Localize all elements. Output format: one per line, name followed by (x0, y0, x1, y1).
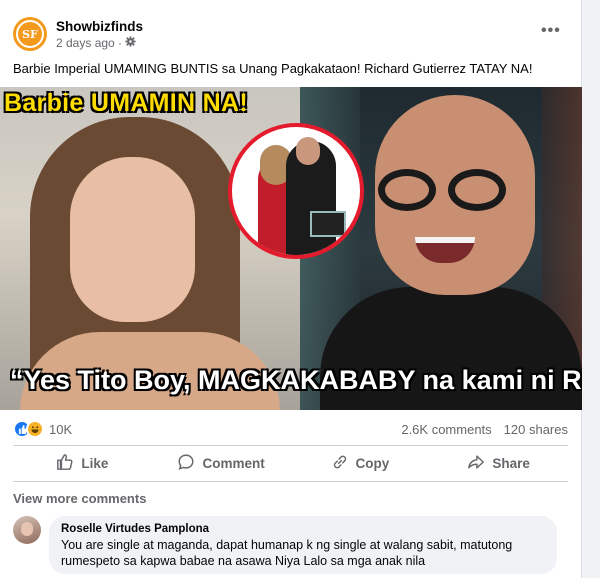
shares-count-link[interactable]: 120 shares (504, 422, 568, 437)
comment-button-label: Comment (202, 455, 265, 471)
reactions-summary[interactable]: 10K (13, 420, 72, 438)
like-button[interactable]: Like (13, 446, 152, 480)
copy-link-icon (331, 453, 349, 474)
page-avatar[interactable]: SF (13, 17, 47, 51)
post-header: SF Showbizfinds 2 days ago · (13, 14, 143, 54)
copy-button-label: Copy (355, 455, 390, 471)
post-actions: Like Comment Copy Share (13, 446, 568, 480)
comment-bubble-icon (177, 453, 195, 474)
page-name-link[interactable]: Showbizfinds (56, 18, 143, 35)
comments-count-link[interactable]: 2.6K comments (401, 422, 491, 437)
copy-button[interactable]: Copy (291, 446, 430, 480)
haha-reaction-icon (26, 420, 44, 438)
like-button-label: Like (81, 455, 109, 471)
actions-divider (13, 481, 568, 482)
more-options-button[interactable]: ••• (541, 22, 561, 40)
commenter-name-link[interactable]: Roselle Virtudes Pamplona (61, 522, 545, 537)
couple-inset-circle (228, 123, 364, 259)
reaction-count: 10K (49, 421, 73, 437)
comment-text-line-2: rumespeto sa kapwa babae na asawa Niya L… (61, 554, 426, 568)
comment-item: Roselle Virtudes Pamplona You are single… (13, 516, 557, 574)
share-button-label: Share (492, 455, 530, 471)
view-more-comments-link[interactable]: View more comments (13, 491, 146, 506)
comment-text-line-1: You are single at maganda, dapat humanap… (61, 538, 513, 552)
post-time-row: 2 days ago · (56, 35, 143, 51)
post-card: SF Showbizfinds 2 days ago · ••• Barbie … (0, 0, 582, 578)
post-meta: Showbizfinds 2 days ago · (56, 18, 143, 51)
post-timestamp[interactable]: 2 days ago · (56, 35, 122, 51)
share-arrow-icon (467, 453, 485, 474)
image-headline: Barbie UMAMIN NA! (4, 89, 248, 117)
commenter-avatar[interactable] (13, 516, 41, 544)
post-image[interactable]: Barbie UMAMIN NA! “Yes Tito Boy, MAGKAKA… (0, 87, 582, 410)
comment-button[interactable]: Comment (152, 446, 291, 480)
woman-face-shape (70, 157, 195, 322)
share-button[interactable]: Share (429, 446, 568, 480)
thumbs-up-icon (56, 453, 74, 474)
post-caption: Barbie Imperial UMAMING BUNTIS sa Unang … (13, 61, 533, 76)
glasses-shape (378, 169, 528, 213)
image-quote: “Yes Tito Boy, MAGKAKABABY na kami ni Ri… (10, 365, 582, 395)
page-avatar-logo: SF (16, 20, 44, 48)
settings-gear-icon (125, 35, 136, 51)
comment-bubble: Roselle Virtudes Pamplona You are single… (49, 516, 557, 574)
post-stats: 10K 2.6K comments 120 shares (13, 420, 568, 438)
